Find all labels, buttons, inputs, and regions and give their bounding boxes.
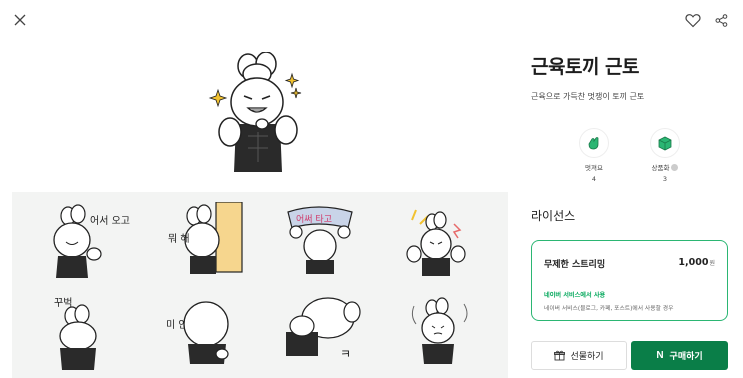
info-icon[interactable] [671, 163, 679, 171]
close-icon [14, 14, 26, 26]
close-button[interactable] [10, 10, 30, 30]
naver-logo-icon: N [656, 350, 664, 361]
sticker-preview-6[interactable]: 미 안 [160, 292, 248, 376]
share-button[interactable] [712, 11, 730, 29]
main-sticker-image [208, 51, 308, 174]
sticker-preview-2[interactable]: 뭐 해 [160, 201, 248, 286]
product-description: 근육으로 가득찬 멋쟁이 토끼 근토 [531, 92, 645, 101]
license-name: 무제한 스트리밍 [544, 260, 606, 270]
license-heading: 라이선스 [531, 209, 576, 223]
gift-button-label: 선물하기 [570, 352, 604, 362]
sticker-preview-4[interactable] [402, 202, 490, 286]
stat-cool-count: 4 [591, 175, 597, 183]
sticker-preview-7[interactable]: ㅋ [282, 292, 370, 376]
stat-merch-count: 3 [662, 175, 668, 183]
sticker-preview-grid: 어서 오고 뭐 해 어써 타고 꾸벅 미 안 ㅋ [12, 192, 508, 378]
stat-cool[interactable]: 멋져요 4 [574, 128, 614, 183]
license-currency: 원 [709, 260, 715, 267]
sticker-caption-3: 어써 타고 [296, 214, 332, 225]
license-price: 1,000원 [678, 257, 715, 268]
sticker-preview-8[interactable] [402, 292, 490, 376]
buy-button-label: 구매하기 [669, 352, 703, 362]
gift-button[interactable]: 선물하기 [531, 341, 627, 370]
stat-merch-label: 상품화 [651, 164, 670, 172]
license-price-value: 1,000 [678, 257, 709, 268]
like-button[interactable] [683, 10, 703, 30]
clap-icon [579, 128, 609, 158]
product-title: 근육토끼 근토 [531, 56, 640, 78]
sticker-caption-7: ㅋ [340, 347, 351, 361]
sticker-preview-3[interactable]: 어써 타고 [282, 202, 370, 286]
sticker-preview-5[interactable]: 꾸벅 [46, 292, 134, 376]
box-icon [650, 128, 680, 158]
buy-button[interactable]: N 구매하기 [631, 341, 728, 370]
sticker-caption-2: 뭐 해 [168, 232, 190, 245]
license-usage: 네이버 서비스에서 사용 [544, 292, 606, 299]
heart-icon [685, 13, 701, 27]
license-detail: 네이버 서비스(블로그, 카페, 포스트)에서 사용할 경우 [544, 306, 674, 312]
sticker-caption-1: 어서 오고 [90, 215, 130, 227]
stat-cool-label: 멋져요 [585, 164, 603, 172]
license-option-card[interactable]: 무제한 스트리밍 1,000원 네이버 서비스에서 사용 네이버 서비스(블로그… [531, 240, 728, 321]
share-icon [715, 13, 727, 27]
stat-merch-label-row: 상품화 [645, 162, 685, 172]
stat-merch[interactable]: 상품화 3 [645, 128, 685, 183]
gift-icon [554, 350, 566, 361]
sticker-preview-1[interactable]: 어서 오고 [46, 202, 134, 286]
